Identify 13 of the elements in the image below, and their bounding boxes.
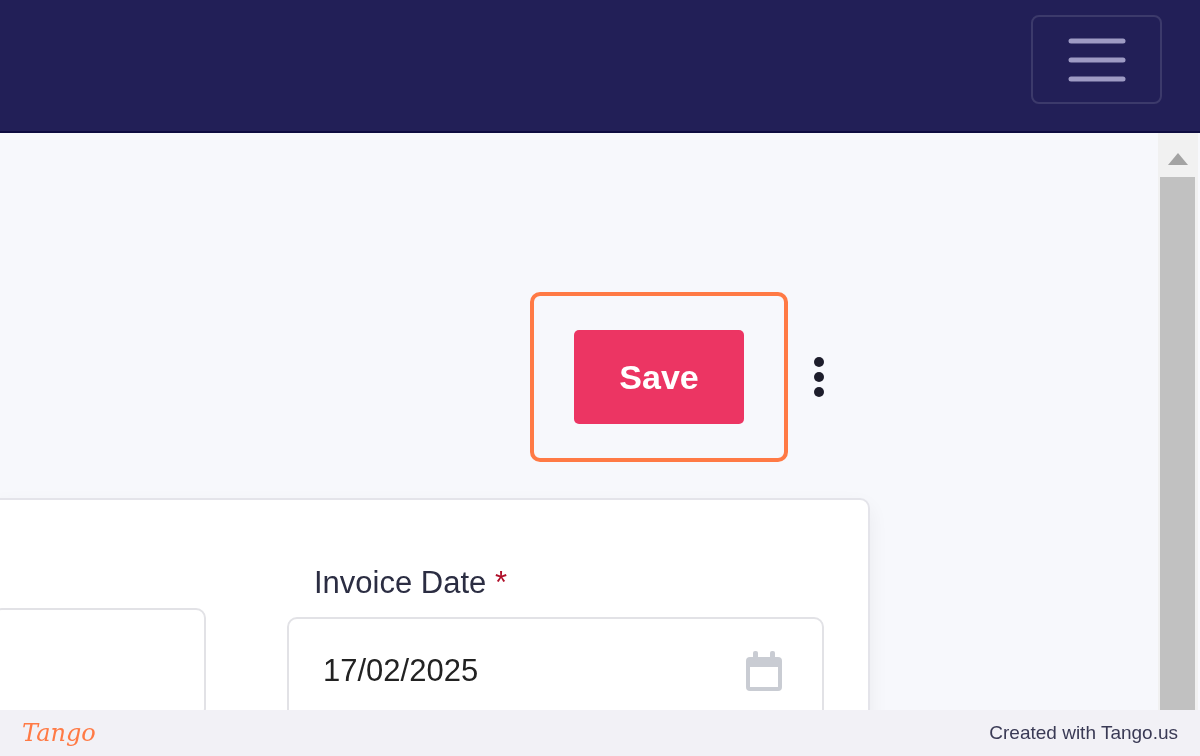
menu-button[interactable] (1031, 15, 1162, 104)
field-label: Invoice Date * (314, 564, 509, 602)
save-button[interactable]: Save (574, 330, 744, 424)
more-options-icon[interactable] (813, 357, 825, 397)
calendar-icon (744, 650, 784, 693)
scrollbar[interactable] (1158, 133, 1198, 710)
date-field[interactable]: 17/02/2025 (287, 616, 824, 710)
credit-text: Created with Tango.us (989, 720, 1178, 745)
menu-icon (1067, 37, 1126, 82)
scroll-thumb[interactable] (1160, 177, 1195, 710)
logo: Tango (22, 718, 96, 749)
scroll-up-icon[interactable] (1168, 153, 1188, 165)
text-field[interactable] (0, 608, 206, 710)
